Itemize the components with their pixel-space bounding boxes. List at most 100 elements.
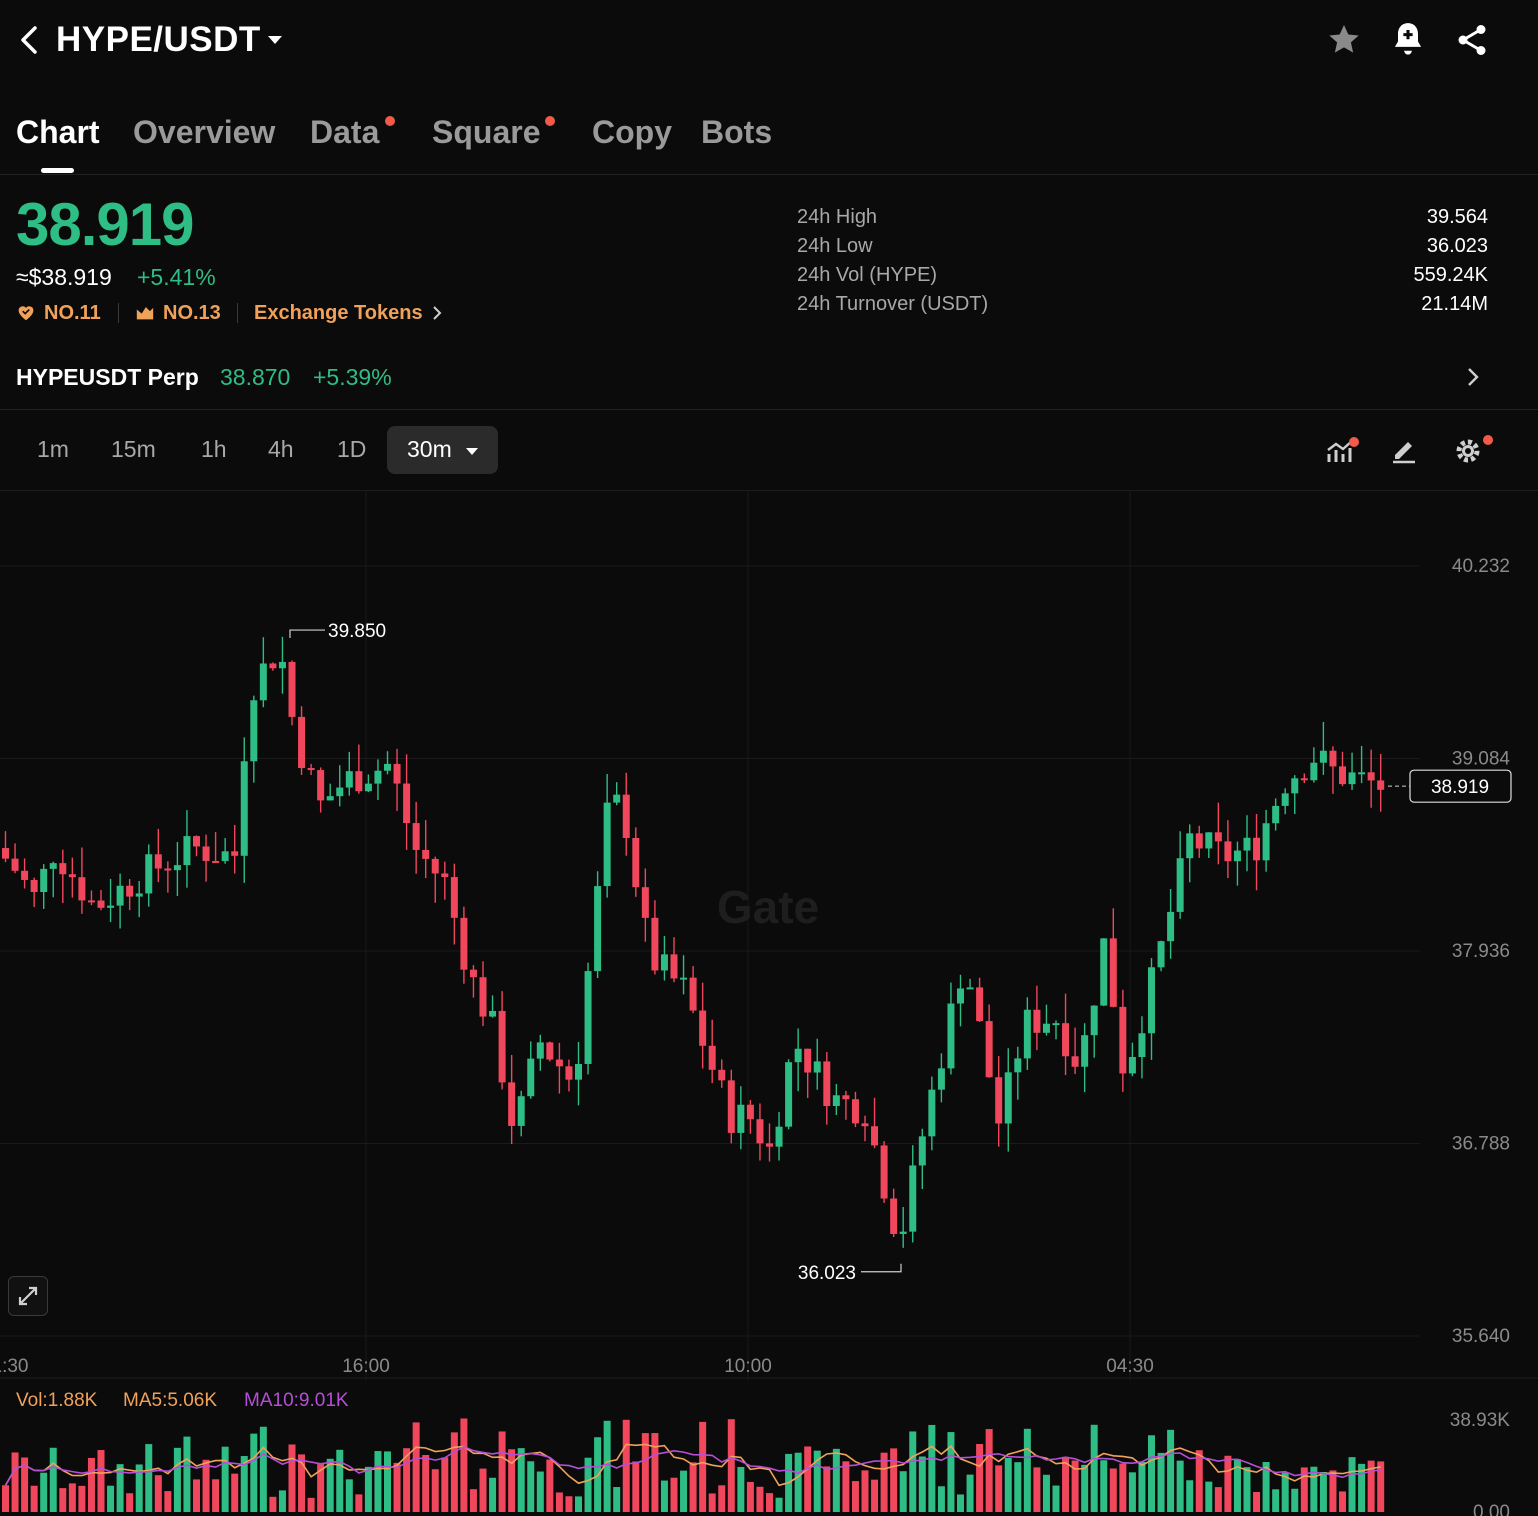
share-icon[interactable]: [1453, 22, 1491, 58]
tab-data[interactable]: Data: [310, 114, 379, 151]
candle-body: [240, 761, 248, 856]
candle-body: [221, 851, 229, 862]
volume-bar: [1214, 1487, 1222, 1512]
chevron-right-icon[interactable]: [431, 305, 443, 321]
interval-4h[interactable]: 4h: [268, 436, 294, 463]
candle-body: [384, 763, 391, 771]
candle-body: [1109, 938, 1117, 1007]
fullscreen-button[interactable]: [8, 1276, 48, 1316]
volume-bar: [1186, 1480, 1194, 1512]
candle-body: [278, 661, 286, 669]
candle-body: [498, 1010, 506, 1083]
divider: [237, 303, 238, 323]
candle-body: [307, 768, 315, 771]
volume-bar: [1339, 1491, 1346, 1512]
interval-15m[interactable]: 15m: [111, 436, 156, 463]
rank-badge-2[interactable]: NO.13: [163, 302, 221, 325]
volume-bar: [1004, 1457, 1012, 1512]
interval-1d[interactable]: 1D: [337, 436, 366, 463]
candle-body: [135, 893, 143, 897]
candle-body: [527, 1058, 535, 1097]
candle-body: [298, 716, 306, 769]
candle-body: [116, 885, 124, 906]
volume-bar: [1205, 1481, 1213, 1512]
pair-title[interactable]: HYPE/USDT: [56, 20, 261, 60]
dropdown-caret-icon[interactable]: [465, 446, 479, 456]
volume-bar: [937, 1486, 945, 1512]
candle-body: [660, 954, 668, 971]
volume-bar: [1052, 1485, 1060, 1512]
volume-bar: [40, 1472, 48, 1512]
volume-bar: [11, 1452, 19, 1512]
candle-body: [708, 1045, 716, 1070]
candle-body: [813, 1061, 821, 1073]
volume-bar: [173, 1447, 181, 1512]
candle-body: [613, 794, 621, 803]
tab-copy[interactable]: Copy: [592, 114, 672, 151]
candle-body: [412, 823, 420, 850]
indicators-icon[interactable]: [1326, 436, 1360, 466]
candle-body: [1157, 941, 1165, 968]
settings-gear-icon[interactable]: [1453, 434, 1497, 466]
tab-square[interactable]: Square: [432, 114, 540, 151]
interval-selected-label[interactable]: 30m: [407, 436, 452, 463]
volume-bar: [1319, 1471, 1327, 1512]
candle-body: [880, 1145, 888, 1199]
candle-body: [718, 1069, 726, 1081]
tab-bots[interactable]: Bots: [701, 114, 772, 151]
perp-name[interactable]: HYPEUSDT Perp: [16, 364, 199, 391]
volume-bar: [30, 1485, 38, 1512]
volume-bar: [909, 1431, 917, 1512]
volume-bar: [326, 1458, 334, 1512]
expand-icon: [18, 1286, 38, 1306]
volume-bar: [565, 1496, 573, 1512]
volume-bar: [2, 1485, 9, 1512]
star-icon[interactable]: [1325, 22, 1363, 58]
last-price: 38.919: [16, 191, 195, 258]
interval-1h[interactable]: 1h: [201, 436, 227, 463]
volume-bar: [727, 1419, 735, 1512]
interval-1m[interactable]: 1m: [37, 436, 69, 463]
draw-pencil-icon[interactable]: [1390, 436, 1418, 464]
volume-bar: [1253, 1491, 1261, 1512]
stat-value-24h-high: 39.564: [1426, 206, 1488, 228]
candle-body: [699, 1010, 707, 1046]
volume-bar: [613, 1487, 621, 1512]
candle-body: [737, 1104, 745, 1133]
low-marker-label: 36.023: [798, 1263, 856, 1284]
candle-body: [1348, 772, 1356, 785]
candle-body: [594, 886, 602, 972]
candle-body: [1186, 833, 1194, 859]
back-icon[interactable]: [16, 24, 42, 56]
rank-badge-1[interactable]: NO.11: [44, 302, 101, 325]
volume-bar: [288, 1444, 296, 1512]
candle-body: [1205, 832, 1213, 849]
candle-body: [1291, 778, 1299, 794]
volume-bar: [489, 1477, 497, 1512]
volume-bar: [145, 1444, 153, 1512]
bell-plus-icon[interactable]: [1389, 20, 1427, 60]
candle-body: [317, 770, 325, 801]
x-axis-tick-label: 10:00: [724, 1356, 772, 1377]
candle-body: [1042, 1023, 1050, 1033]
tab-chart[interactable]: Chart: [16, 114, 100, 151]
tab-square-notification-dot: [545, 116, 555, 126]
candle-body: [212, 860, 220, 863]
category-link[interactable]: Exchange Tokens: [254, 302, 423, 325]
volume-bar: [336, 1449, 344, 1512]
candle-body: [431, 858, 439, 874]
candle-body: [1119, 1006, 1127, 1074]
chevron-right-icon[interactable]: [1465, 366, 1481, 388]
candlestick-chart[interactable]: Gate 39.850 36.023 38.919 40.232 39.084 37.9…: [0, 490, 1538, 1516]
candle-body: [794, 1048, 802, 1063]
stat-label-24h-vol: 24h Vol (HYPE): [797, 264, 938, 286]
volume-bar: [746, 1481, 754, 1512]
candle-body: [1148, 967, 1155, 1034]
candle-body: [641, 887, 649, 918]
volume-bar: [202, 1459, 210, 1512]
volume-bar: [1176, 1460, 1184, 1512]
volume-bar: [460, 1418, 468, 1512]
dropdown-caret-icon[interactable]: [266, 34, 284, 46]
tab-overview[interactable]: Overview: [133, 114, 275, 151]
volume-bar: [794, 1452, 802, 1512]
